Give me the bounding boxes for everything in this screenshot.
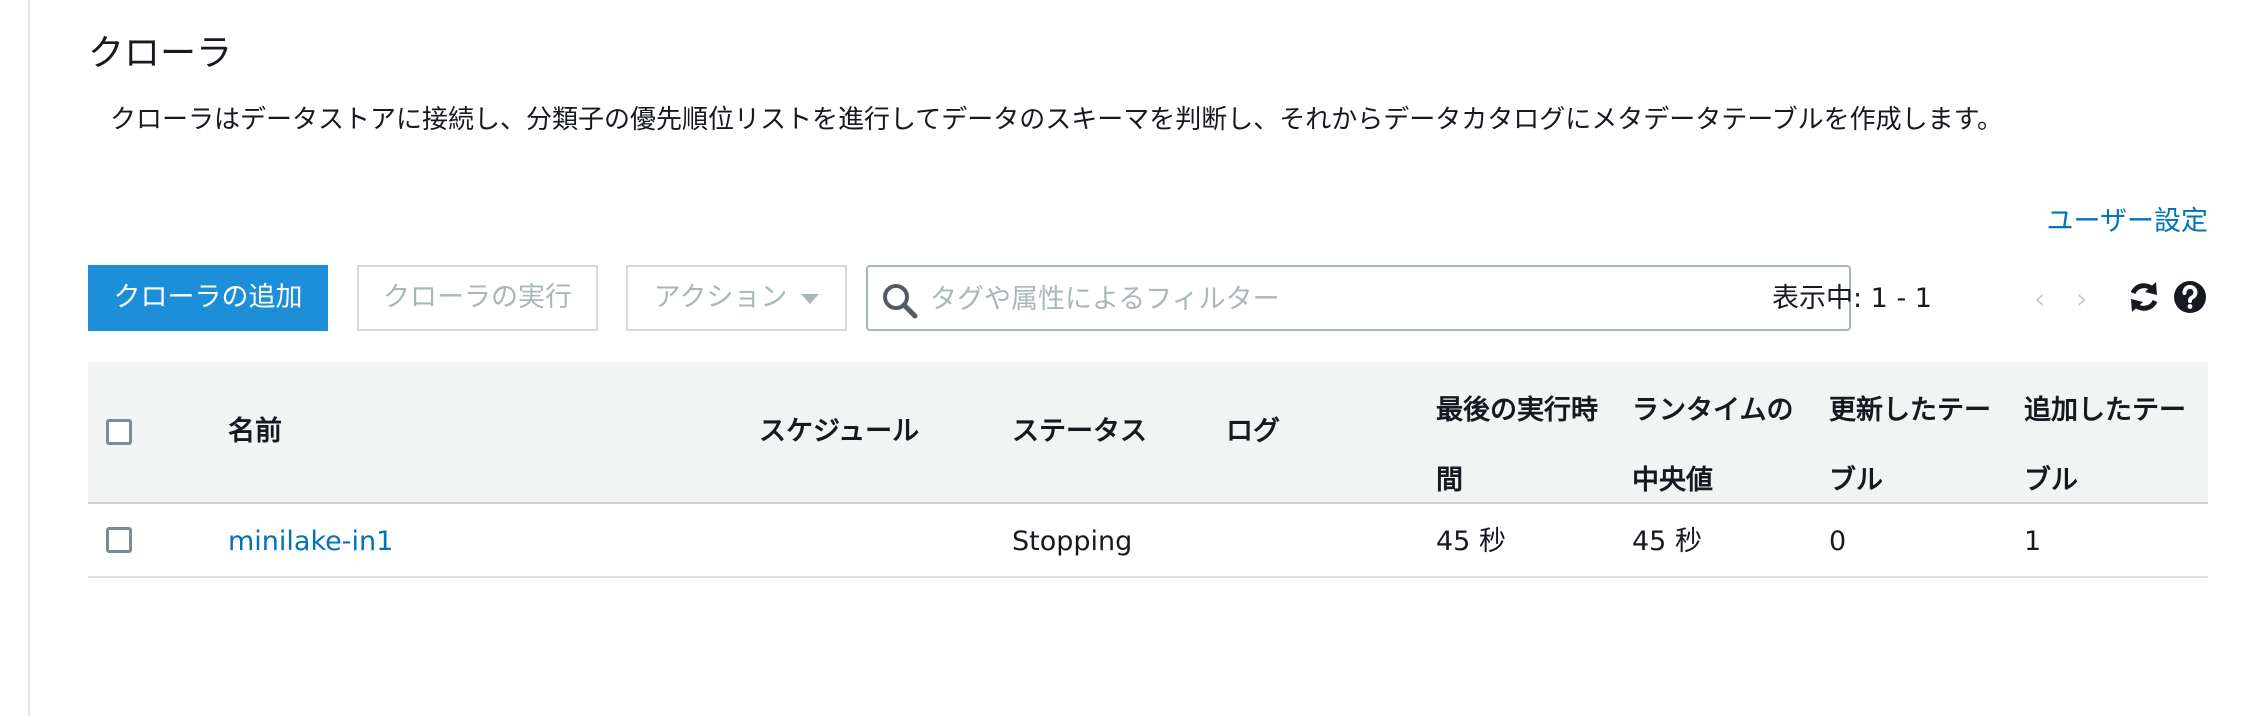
column-header-last-runtime[interactable]: 最後の実行時間 (1436, 376, 1614, 516)
table-row[interactable]: minilake-in1 Stopping 45 秒 45 秒 0 1 (88, 504, 2208, 578)
run-crawler-button[interactable]: クローラの実行 (357, 265, 598, 331)
column-header-log[interactable]: ログ (1226, 412, 1280, 452)
row-last-runtime: 45 秒 (1436, 526, 1506, 557)
page-description: クローラはデータストアに接続し、分類子の優先順位リストを進行してデータのスキーマ… (110, 105, 2004, 135)
crawler-name-link[interactable]: minilake-in1 (228, 522, 393, 562)
page-title: クローラ (88, 33, 233, 74)
prev-page-button[interactable]: ‹ (2034, 283, 2045, 315)
row-tables-updated: 0 (1829, 526, 1847, 557)
next-page-button[interactable]: › (2076, 283, 2087, 315)
left-border (28, 0, 30, 716)
search-icon (883, 284, 918, 319)
column-header-median-runtime[interactable]: ランタイムの中央値 (1632, 376, 1810, 516)
search-input[interactable] (928, 275, 1832, 323)
actions-label: アクション (653, 282, 788, 313)
caret-down-icon (801, 293, 820, 304)
column-header-name[interactable]: 名前 (228, 412, 282, 452)
table-header: 名前 スケジュール ステータス ログ 最後の実行時間 ランタイムの中央値 更新し… (88, 362, 2208, 504)
add-crawler-button[interactable]: クローラの追加 (88, 265, 328, 331)
column-header-status[interactable]: ステータス (1012, 412, 1147, 452)
refresh-icon[interactable] (2126, 279, 2162, 315)
actions-dropdown[interactable]: アクション (626, 265, 847, 331)
row-checkbox[interactable] (106, 527, 132, 553)
column-header-tables-added[interactable]: 追加したテーブル (2024, 376, 2202, 516)
row-median-runtime: 45 秒 (1632, 526, 1702, 557)
search-box[interactable] (866, 265, 1851, 331)
user-settings-link[interactable]: ユーザー設定 (2047, 202, 2208, 242)
help-icon[interactable] (2172, 279, 2208, 315)
row-status: Stopping (1012, 526, 1133, 557)
select-all-checkbox[interactable] (106, 419, 132, 445)
column-header-schedule[interactable]: スケジュール (759, 412, 919, 452)
row-tables-added: 1 (2024, 526, 2042, 557)
column-header-tables-updated[interactable]: 更新したテーブル (1829, 376, 2007, 516)
pagination-text: 表示中: 1 - 1 (1772, 283, 1932, 314)
crawlers-table: 名前 スケジュール ステータス ログ 最後の実行時間 ランタイムの中央値 更新し… (88, 362, 2208, 578)
